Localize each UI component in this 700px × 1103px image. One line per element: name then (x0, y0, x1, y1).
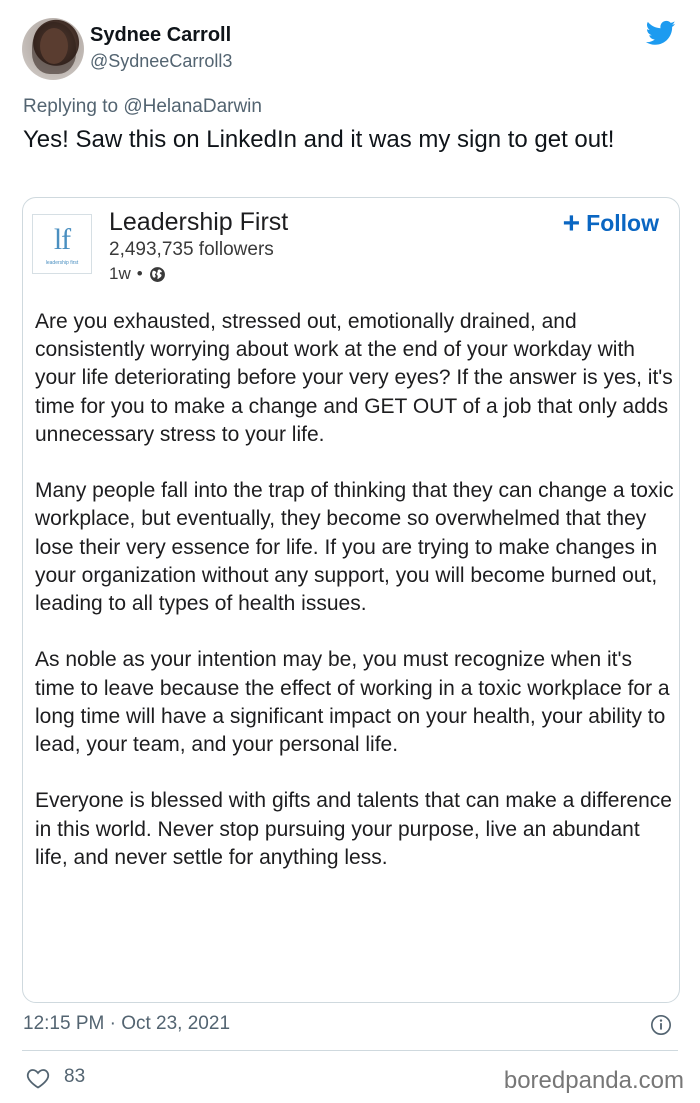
plus-icon: + (562, 206, 581, 240)
replying-to: Replying to @HelanaDarwin (23, 96, 262, 118)
footer-divider (22, 1050, 678, 1051)
post-paragraph-4: Everyone is blessed with gifts and talen… (35, 789, 672, 869)
follower-count: 2,493,735 followers (109, 239, 274, 260)
meta-separator: • (136, 264, 143, 283)
follow-button[interactable]: + Follow (562, 206, 659, 240)
post-age: 1w (109, 264, 131, 283)
linkedin-post-card[interactable]: lf leadership first Leadership First 2,4… (22, 197, 680, 1003)
like-count: 83 (64, 1066, 86, 1087)
post-meta: 1w • (109, 264, 166, 284)
company-logo[interactable]: lf leadership first (32, 214, 92, 274)
tweet-text: Yes! Saw this on LinkedIn and it was my … (23, 126, 615, 153)
post-paragraph-3: As noble as your intention may be, you m… (35, 648, 670, 757)
company-logo-subtext: leadership first (45, 260, 79, 266)
post-paragraph-1: Are you exhausted, stressed out, emotion… (35, 310, 673, 446)
post-body: Are you exhausted, stressed out, emotion… (35, 308, 675, 872)
post-paragraph-2: Many people fall into the trap of thinki… (35, 479, 674, 616)
avatar-face (40, 28, 68, 64)
tweet-timestamp[interactable]: 12:15 PM · Oct 23, 2021 (23, 1013, 230, 1035)
info-icon[interactable] (650, 1014, 672, 1036)
twitter-bird-icon[interactable] (644, 18, 678, 48)
globe-icon (149, 266, 165, 282)
reply-mention-link[interactable]: @HelanaDarwin (123, 96, 262, 117)
follow-label: Follow (586, 210, 659, 236)
author-handle[interactable]: @SydneeCarroll3 (90, 51, 232, 72)
replying-prefix: Replying to (23, 96, 124, 117)
heart-icon[interactable] (26, 1067, 50, 1089)
author-name[interactable]: Sydnee Carroll (90, 24, 231, 47)
company-logo-mark: lf (53, 223, 71, 256)
avatar[interactable] (22, 18, 84, 80)
source-watermark: boredpanda.com (503, 1067, 684, 1094)
company-name[interactable]: Leadership First (109, 208, 288, 237)
